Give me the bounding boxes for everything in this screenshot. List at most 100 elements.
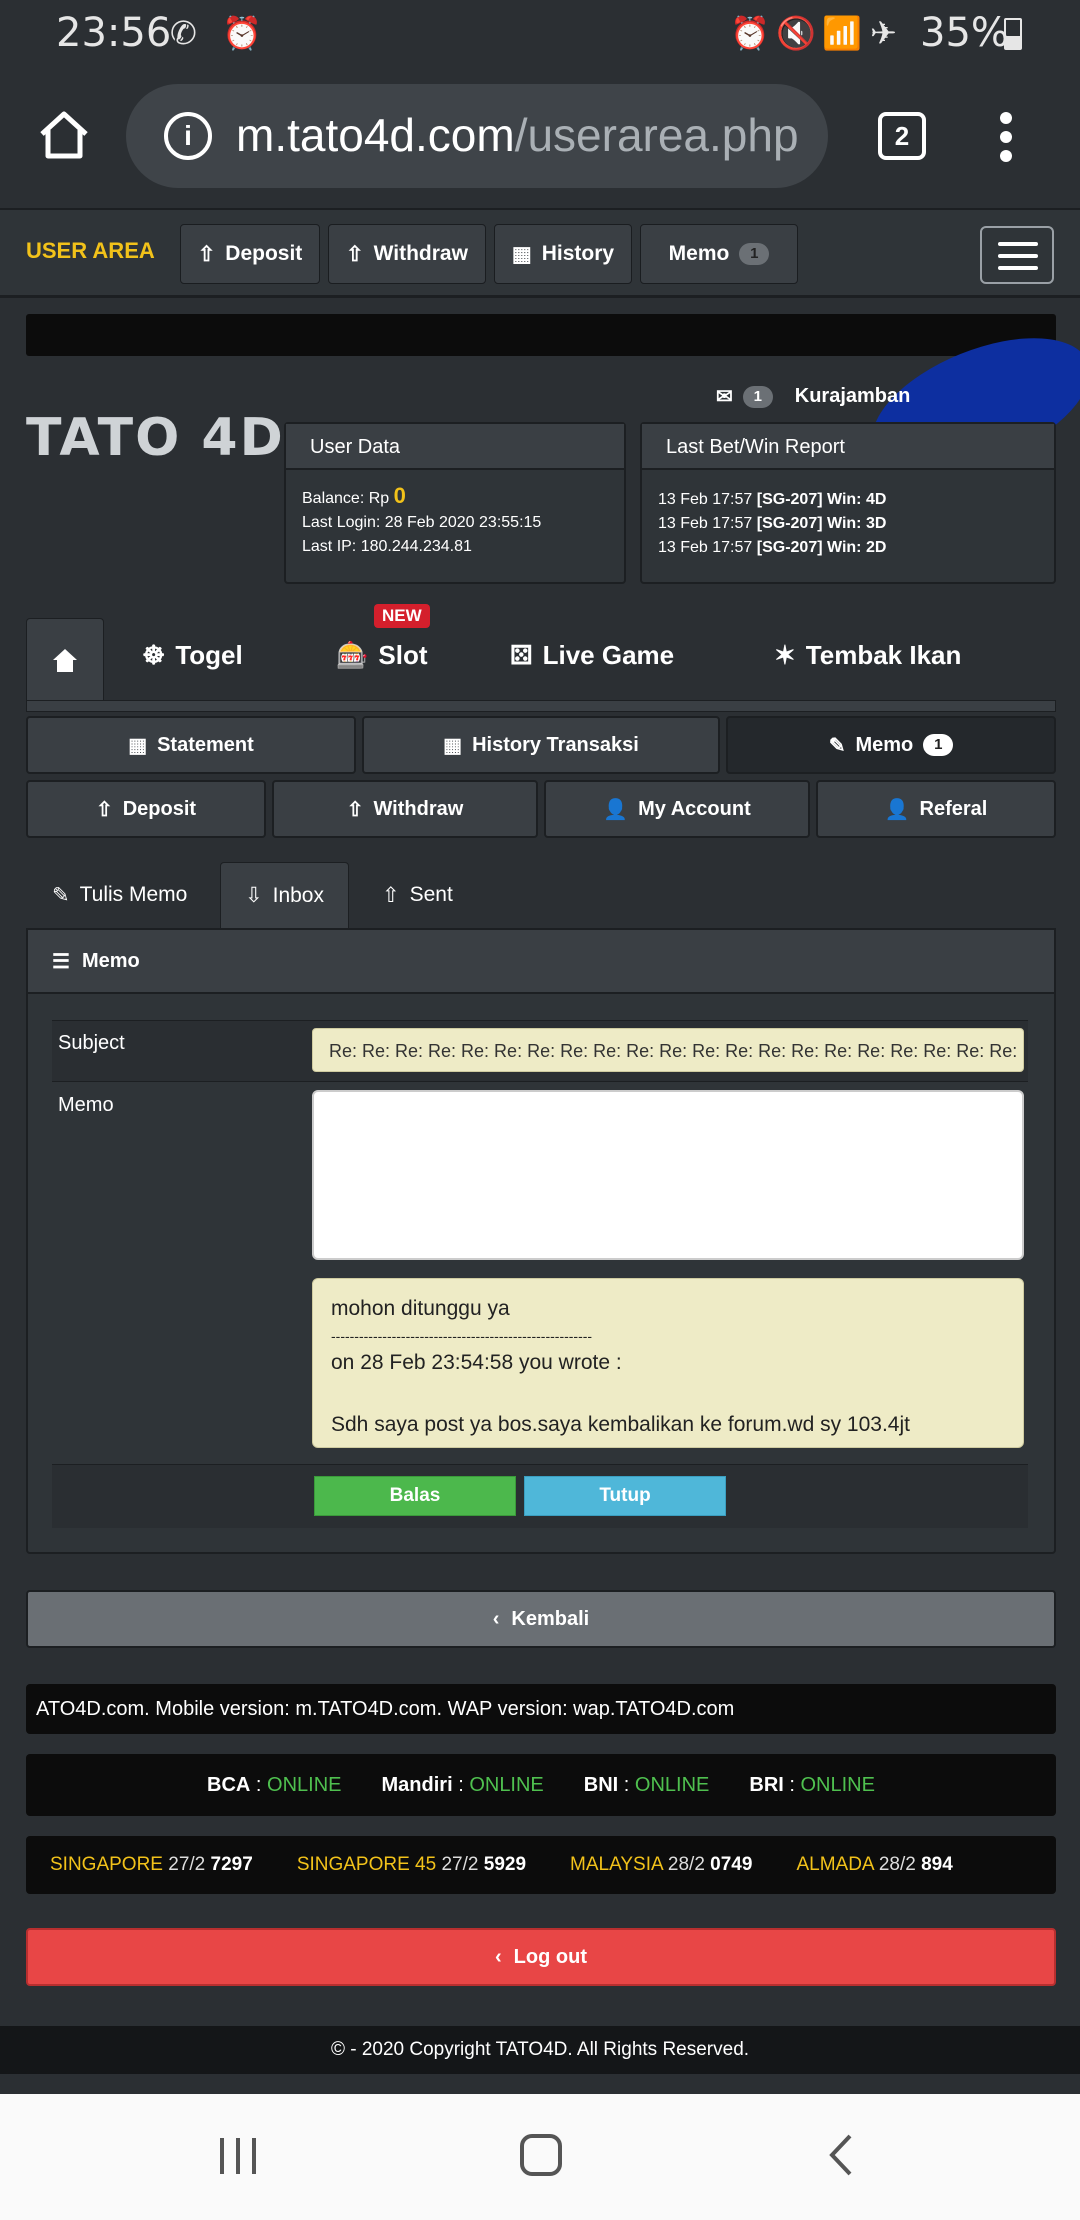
- chevron-left-icon: ‹: [495, 1945, 502, 1968]
- bet-report-panel: Last Bet/Win Report 13 Feb 17:57 [SG-207…: [640, 422, 1056, 584]
- tab-tembak-ikan[interactable]: ✶ Tembak Ikan: [774, 640, 961, 671]
- balance-row: Balance: Rp 0: [302, 483, 406, 508]
- subject-label: Subject: [58, 1032, 125, 1054]
- bank-status: BRI : ONLINE: [749, 1773, 875, 1796]
- tab-switcher-button[interactable]: 2: [878, 112, 926, 160]
- calendar-icon: ▦: [128, 734, 148, 757]
- list-icon: ☰: [52, 950, 70, 973]
- quote-line: on 28 Feb 23:54:58 you wrote :: [331, 1351, 622, 1374]
- logout-button[interactable]: ‹ Log out: [26, 1928, 1056, 1986]
- battery-level: 35%: [920, 10, 1009, 56]
- close-button[interactable]: Tutup: [524, 1476, 726, 1516]
- home-icon: [53, 648, 77, 672]
- tab-inbox[interactable]: ⇩ Inbox: [220, 862, 349, 928]
- user-data-title: User Data: [286, 424, 624, 470]
- history-transaksi-button[interactable]: ▦ History Transaksi: [362, 716, 720, 774]
- calendar-icon: ▦: [443, 734, 463, 757]
- bet-report-title: Last Bet/Win Report: [642, 424, 1054, 470]
- username: Kurajamban: [794, 385, 911, 407]
- last-login: Last Login: 28 Feb 2020 23:55:15: [302, 514, 542, 531]
- quoted-message[interactable]: mohon ditunggu ya ----------------------…: [312, 1278, 1024, 1448]
- sent-icon: ⇧: [382, 883, 400, 907]
- tab-togel[interactable]: ☸ Togel: [142, 640, 243, 671]
- copyright-footer: © - 2020 Copyright TATO4D. All Rights Re…: [0, 2026, 1080, 2074]
- slot-machine-icon: 🎰: [336, 640, 369, 670]
- tab-home[interactable]: [26, 618, 104, 700]
- user-data-panel: User Data Balance: Rp 0 Last Login: 28 F…: [284, 422, 626, 584]
- nav-withdraw-button[interactable]: ⇧ Withdraw: [328, 224, 486, 284]
- system-nav-bar: [0, 2094, 1080, 2220]
- bank-status: Mandiri : ONLINE: [381, 1773, 544, 1796]
- whatsapp-icon: ✆: [170, 14, 197, 52]
- wifi-icon: 📶: [822, 14, 862, 52]
- back-button[interactable]: ‹ Kembali: [26, 1590, 1056, 1648]
- user-mail-info[interactable]: ✉ 1 Kurajamban: [716, 384, 910, 409]
- result-item: SINGAPORE 45 27/2 5929: [296, 1854, 527, 1875]
- referal-button[interactable]: 👤 Referal: [816, 780, 1056, 838]
- fish-icon: ✶: [774, 640, 796, 670]
- nav-deposit-button[interactable]: ⇧ Deposit: [180, 224, 320, 284]
- url-text[interactable]: m.tato4d.com/userarea.php: [236, 108, 806, 162]
- user-icon: 👤: [884, 798, 910, 821]
- tab-slot[interactable]: 🎰 Slot: [336, 640, 427, 671]
- mail-badge: 1: [742, 385, 773, 408]
- memo-badge: 1: [923, 734, 954, 756]
- recent-apps-icon[interactable]: [218, 2138, 258, 2174]
- result-item: ALMADA 28/2 894: [796, 1854, 953, 1875]
- alarm-icon: ⏰: [222, 14, 262, 52]
- memo-label: Memo: [58, 1094, 114, 1116]
- nav-history-button[interactable]: ▦ History: [494, 224, 632, 284]
- tab-tulis-memo[interactable]: ✎ Tulis Memo: [28, 862, 211, 928]
- back-nav-icon[interactable]: [826, 2132, 856, 2178]
- site-logo[interactable]: TATO 4D: [26, 408, 285, 468]
- bet-report-row: 13 Feb 17:57 [SG-207] Win: 3D: [658, 515, 887, 532]
- withdraw-button[interactable]: ⇧ Withdraw: [272, 780, 538, 838]
- status-bar: 23:56 ✆ ⏰ ⏰ 🔇 📶 ✈ 35%: [0, 0, 1080, 66]
- deposit-icon: ⇧: [197, 242, 216, 266]
- result-item: SINGAPORE 27/2 7297: [50, 1854, 253, 1875]
- tab-live-game[interactable]: ⚄ Live Game: [510, 640, 674, 671]
- chevron-left-icon: ‹: [492, 1607, 500, 1630]
- withdraw-icon: ⇧: [346, 798, 364, 821]
- subject-field[interactable]: Re: Re: Re: Re: Re: Re: Re: Re: Re: Re: …: [312, 1028, 1024, 1072]
- overflow-menu-icon[interactable]: [996, 110, 1016, 164]
- site-info-marquee: ATO4D.com. Mobile version: m.TATO4D.com.…: [26, 1684, 1056, 1734]
- bank-status-bar: BCA : ONLINE Mandiri : ONLINE BNI : ONLI…: [26, 1754, 1056, 1816]
- bank-status: BCA : ONLINE: [207, 1773, 342, 1796]
- lottery-results-ticker: SINGAPORE 27/2 7297 SINGAPORE 45 27/2 59…: [26, 1836, 1056, 1894]
- togel-icon: ☸: [142, 640, 166, 670]
- deposit-button[interactable]: ⇧ Deposit: [26, 780, 266, 838]
- deposit-icon: ⇧: [95, 798, 113, 821]
- memo-textarea[interactable]: [312, 1090, 1024, 1260]
- home-button-icon[interactable]: [520, 2134, 562, 2176]
- info-icon[interactable]: i: [164, 112, 212, 160]
- battery-icon: [1004, 18, 1022, 50]
- tab-sent[interactable]: ⇧ Sent: [358, 862, 477, 928]
- calendar-icon: ▦: [511, 242, 532, 266]
- new-badge: NEW: [374, 604, 430, 628]
- bank-status: BNI : ONLINE: [583, 1773, 710, 1796]
- tab-separator: [26, 700, 1056, 712]
- home-icon[interactable]: [36, 106, 92, 162]
- nav-memo-button[interactable]: Memo 1: [640, 224, 798, 284]
- inbox-icon: ⇩: [245, 884, 263, 907]
- alarm-icon: ⏰: [730, 14, 770, 52]
- edit-icon: ✎: [52, 883, 70, 907]
- quote-line: Sdh saya post ya bos.saya kembalikan ke …: [331, 1413, 910, 1436]
- statement-button[interactable]: ▦ Statement: [26, 716, 356, 774]
- withdraw-icon: ⇧: [346, 242, 364, 266]
- my-account-button[interactable]: 👤 My Account: [544, 780, 810, 838]
- edit-icon: ✎: [828, 734, 846, 757]
- reply-button[interactable]: Balas: [314, 1476, 516, 1516]
- balance-value: 0: [393, 483, 406, 508]
- memo-panel-header: ☰ Memo: [26, 928, 1056, 994]
- hamburger-menu-icon[interactable]: [980, 226, 1054, 284]
- memo-button[interactable]: ✎ Memo 1: [726, 716, 1056, 774]
- last-ip: Last IP: 180.244.234.81: [302, 538, 472, 555]
- clock: 23:56: [56, 10, 172, 56]
- airplane-icon: ✈: [870, 14, 897, 52]
- bet-report-row: 13 Feb 17:57 [SG-207] Win: 4D: [658, 491, 887, 508]
- announcement-bar: [26, 314, 1056, 356]
- dice-icon: ⚄: [510, 640, 533, 670]
- user-area-title: USER AREA: [26, 238, 155, 263]
